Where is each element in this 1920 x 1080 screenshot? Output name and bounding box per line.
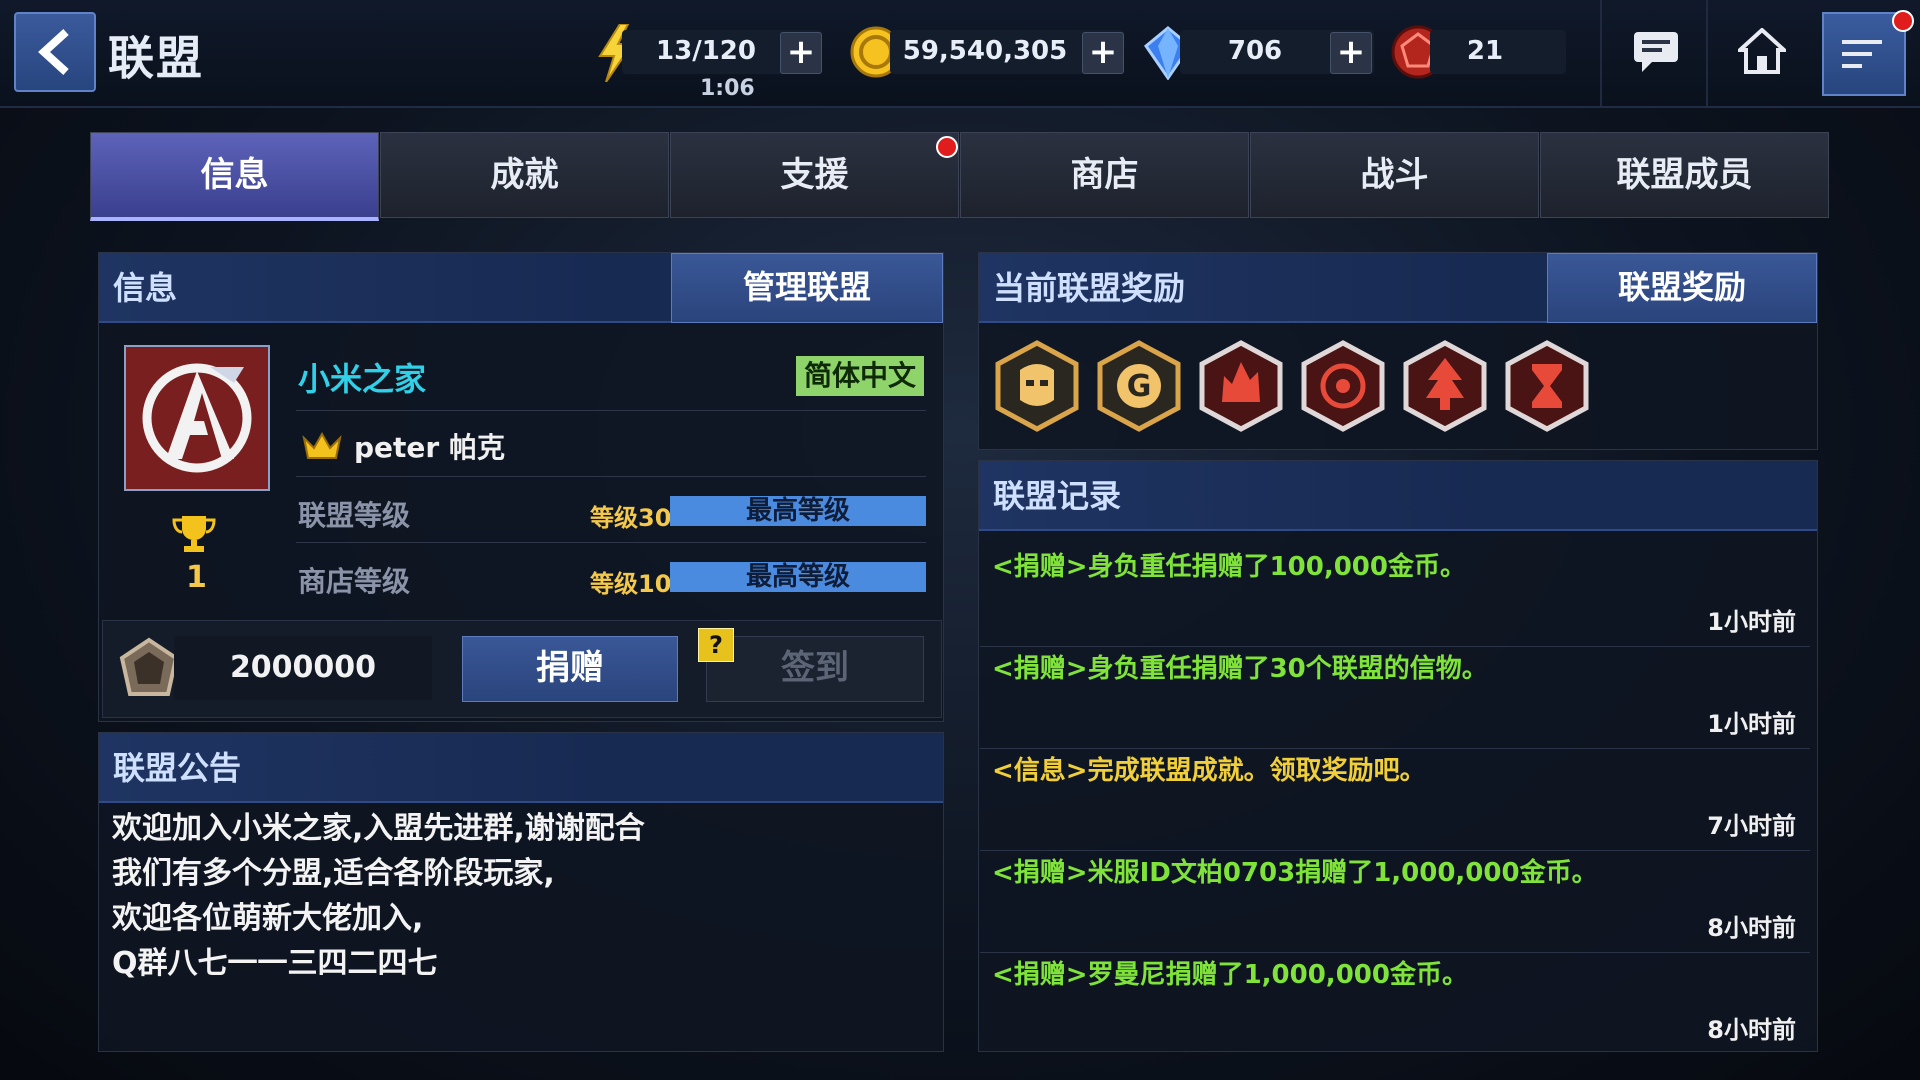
log-entry: <捐赠>米服ID文柏0703捐赠了1,000,000金币。 8小时前: [980, 852, 1810, 954]
energy-value: 13/120: [656, 36, 756, 66]
tab-info[interactable]: 信息: [90, 132, 379, 221]
energy-counter: 13/120 +: [622, 30, 822, 74]
alliance-level-bar: 最高等级: [670, 496, 926, 526]
info-header: 信息 管理联盟: [99, 253, 943, 323]
tab-shop[interactable]: 商店: [960, 132, 1249, 218]
language-badge: 简体中文: [796, 356, 924, 396]
alliance-leader: peter 帕克: [354, 431, 505, 464]
tree-icon[interactable]: [1402, 340, 1488, 432]
alliance-badge-icon: [119, 637, 179, 696]
trophy-icon: [172, 516, 216, 552]
records-title: 联盟记录: [993, 477, 1122, 515]
log-time: 7小时前: [1707, 812, 1796, 840]
divider: [296, 410, 926, 411]
gold-coin-icon[interactable]: G: [1096, 340, 1182, 432]
log-text: <捐赠>身负重任捐赠了100,000金币。: [992, 552, 1466, 582]
add-gold-button[interactable]: +: [1082, 32, 1124, 74]
records-header: 联盟记录: [979, 461, 1817, 531]
top-bar: 联盟 13/120 + 1:06 59,540,305 + 706 + 21: [0, 0, 1920, 108]
log-time: 8小时前: [1707, 1016, 1796, 1044]
token-value: 21: [1466, 36, 1504, 66]
token-counter: 21: [1430, 30, 1566, 74]
log-time: 8小时前: [1707, 914, 1796, 942]
alliance-name: 小米之家: [298, 360, 427, 398]
crystal-counter: 706 +: [1180, 30, 1374, 74]
notice-header: 联盟公告: [99, 733, 943, 803]
avengers-logo-icon: [126, 347, 268, 489]
donate-button[interactable]: 捐赠: [462, 636, 678, 702]
tab-members[interactable]: 联盟成员: [1540, 132, 1829, 218]
tab-bar: 信息 成就 支援 商店 战斗 联盟成员: [90, 132, 1830, 221]
help-button[interactable]: ?: [698, 628, 734, 662]
chat-icon: [1634, 32, 1678, 72]
chevron-left-icon: [38, 29, 69, 75]
alliance-level-label: 联盟等级: [298, 499, 411, 532]
divider: [980, 646, 1810, 647]
notice-line: Q群八七一一三四二四七: [112, 946, 438, 981]
target-icon[interactable]: [1300, 340, 1386, 432]
gold-value: 59,540,305: [902, 36, 1068, 66]
tab-achievements[interactable]: 成就: [380, 132, 669, 218]
log-text: <捐赠>身负重任捐赠了30个联盟的信物。: [992, 654, 1488, 684]
notice-title: 联盟公告: [113, 749, 242, 787]
crystal-value: 706: [1227, 36, 1283, 66]
notice-line: 欢迎各位萌新大佬加入,: [112, 901, 424, 936]
back-button[interactable]: [14, 12, 96, 92]
energy-timer: 1:06: [700, 76, 755, 101]
divider: [296, 542, 926, 543]
add-energy-button[interactable]: +: [780, 32, 822, 74]
alliance-emblem[interactable]: [124, 345, 270, 491]
flame-icon[interactable]: [1198, 340, 1284, 432]
divider: [980, 748, 1810, 749]
shop-level-bar: 最高等级: [670, 562, 926, 592]
divider: [980, 952, 1810, 953]
home-icon: [1738, 28, 1786, 74]
log-text: <信息>完成联盟成就。领取奖励吧。: [992, 756, 1426, 786]
chat-button[interactable]: [1600, 0, 1708, 106]
log-entry: <捐赠>身负重任捐赠了30个联盟的信物。 1小时前: [980, 648, 1810, 750]
hourglass-icon[interactable]: [1504, 340, 1590, 432]
divider: [980, 850, 1810, 851]
log-time: 1小时前: [1707, 608, 1796, 636]
svg-text:G: G: [1127, 369, 1152, 404]
alliance-rewards-button[interactable]: 联盟奖励: [1547, 253, 1817, 323]
log-entry: <捐赠>身负重任捐赠了100,000金币。 1小时前: [980, 546, 1810, 648]
shop-level-value: 等级10: [590, 570, 672, 598]
notice-line: 欢迎加入小米之家,入盟先进群,谢谢配合: [112, 811, 645, 846]
crown-icon: [302, 431, 342, 459]
tab-battle[interactable]: 战斗: [1250, 132, 1539, 218]
alliance-level-value: 等级30: [590, 504, 672, 532]
log-text: <捐赠>罗曼尼捐赠了1,000,000金币。: [992, 960, 1468, 990]
log-entry: <信息>完成联盟成就。领取奖励吧。 7小时前: [980, 750, 1810, 852]
alliance-rank: 1: [186, 560, 207, 595]
gold-counter: 59,540,305 +: [890, 30, 1124, 74]
info-title: 信息: [113, 269, 178, 307]
home-button[interactable]: [1706, 0, 1814, 106]
page-title: 联盟: [108, 31, 204, 85]
helmet-icon[interactable]: [994, 340, 1080, 432]
divider: [296, 476, 926, 477]
log-entry: <捐赠>罗曼尼捐赠了1,000,000金币。 8小时前: [980, 954, 1810, 1048]
rewards-title: 当前联盟奖励: [993, 269, 1186, 307]
support-notification-dot: [936, 136, 958, 158]
donation-amount: 2000000: [174, 636, 432, 700]
log-text: <捐赠>米服ID文柏0703捐赠了1,000,000金币。: [992, 858, 1598, 888]
notice-text: 欢迎加入小米之家,入盟先进群,谢谢配合 我们有多个分盟,适合各阶段玩家, 欢迎各…: [112, 806, 645, 986]
signin-button[interactable]: 签到: [706, 636, 924, 702]
add-crystal-button[interactable]: +: [1330, 32, 1372, 74]
manage-alliance-button[interactable]: 管理联盟: [671, 253, 943, 323]
shop-level-label: 商店等级: [298, 565, 411, 598]
menu-notification-dot: [1892, 10, 1914, 32]
notice-line: 我们有多个分盟,适合各阶段玩家,: [112, 856, 555, 891]
log-time: 1小时前: [1707, 710, 1796, 738]
tab-support[interactable]: 支援: [670, 132, 959, 218]
menu-icon: [1842, 40, 1882, 68]
rewards-header: 当前联盟奖励 联盟奖励: [979, 253, 1817, 323]
